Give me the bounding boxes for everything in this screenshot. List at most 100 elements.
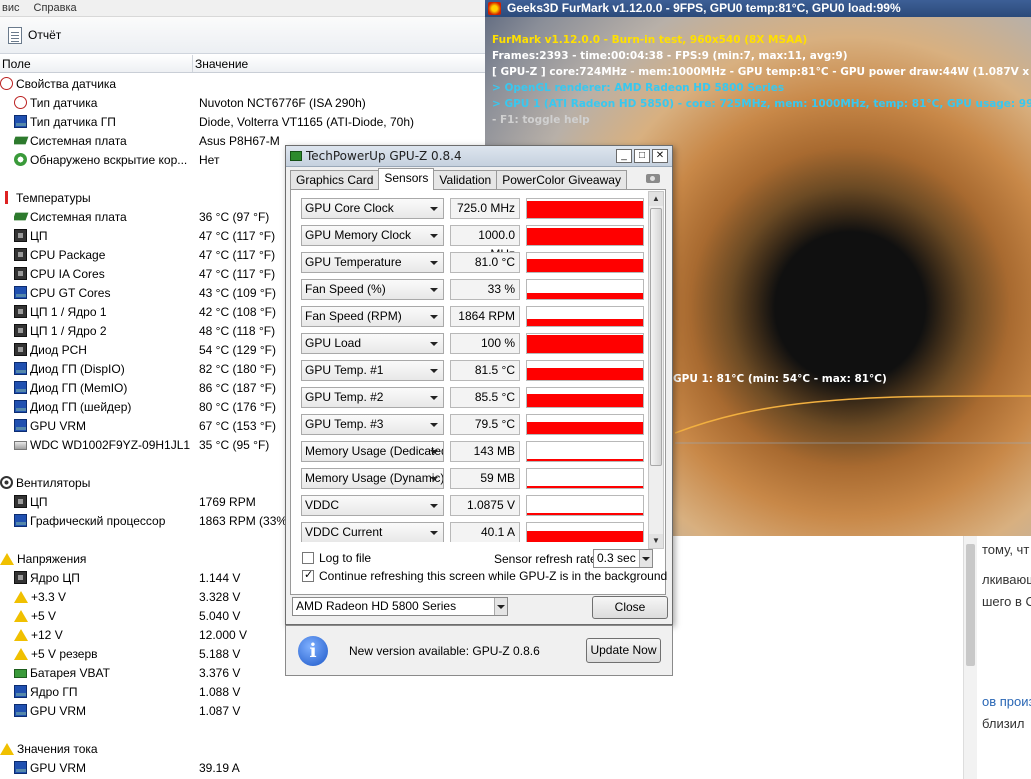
close-window-button[interactable]: ✕ [652, 149, 668, 163]
sensor-name-dropdown[interactable]: Fan Speed (%) [301, 279, 444, 300]
maximize-button[interactable]: □ [634, 149, 650, 163]
menu-item-view[interactable]: вис [2, 0, 20, 16]
sensor-row[interactable]: GPU VRM 39.19 A [0, 758, 485, 777]
sensor-name-dropdown[interactable]: GPU Temperature [301, 252, 444, 273]
sensors-scrollbar-thumb[interactable] [650, 208, 662, 466]
sensor-field-label: +5 V резерв [31, 646, 98, 661]
sensor-row: VDDC 1.0875 V [301, 495, 647, 516]
sensor-field: +12 V [14, 628, 192, 642]
browser-scrollbar-thumb[interactable] [966, 544, 975, 666]
sensor-field: ЦП 1 / Ядро 1 [14, 305, 192, 319]
chevron-down-icon[interactable] [430, 261, 438, 265]
report-button-label: Отчёт [28, 28, 62, 42]
sensor-name-dropdown[interactable]: GPU Temp. #1 [301, 360, 444, 381]
sensor-value: 5.040 V [199, 608, 241, 623]
tab-powercolor-giveaway[interactable]: PowerColor Giveaway [496, 170, 627, 190]
sensor-row[interactable]: Ядро ГП 1.088 V [0, 682, 485, 701]
chevron-down-icon[interactable] [430, 423, 438, 427]
sensor-name: VDDC [305, 498, 340, 512]
minimize-button[interactable]: _ [616, 149, 632, 163]
sensor-field-label: Графический процессор [30, 513, 166, 528]
sensor-field-label: GPU VRM [30, 760, 87, 775]
sensors-scrollbar[interactable]: ▲ ▼ [648, 191, 664, 549]
sensor-group[interactable]: Значения тока [0, 739, 485, 758]
chevron-down-icon[interactable] [494, 598, 507, 615]
sensor-field-label: Напряжения [17, 551, 87, 566]
sensor-name: GPU Load [305, 336, 362, 350]
sensor-field-label: CPU IA Cores [30, 266, 105, 281]
sensor-name-dropdown[interactable]: Memory Usage (Dedicated) [301, 441, 444, 462]
sensor-group[interactable]: Свойства датчика [0, 74, 485, 93]
sensor-name-dropdown[interactable]: Fan Speed (RPM) [301, 306, 444, 327]
continue-refresh-checkbox[interactable] [302, 568, 314, 582]
menu-item-help[interactable]: Справка [34, 0, 77, 16]
chevron-down-icon[interactable] [430, 369, 438, 373]
gpu-icon [14, 115, 27, 128]
scroll-up-arrow-icon[interactable]: ▲ [649, 192, 663, 206]
column-header: Поле Значение [0, 55, 485, 73]
update-now-button[interactable]: Update Now [586, 638, 661, 663]
sensor-name-dropdown[interactable]: Memory Usage (Dynamic) [301, 468, 444, 489]
furmark-titlebar[interactable]: Geeks3D FurMark v1.12.0.0 - 9FPS, GPU0 t… [485, 0, 1031, 17]
sensor-row[interactable]: Тип датчика Nuvoton NCT6776F (ISA 290h) [0, 93, 485, 112]
column-value-header[interactable]: Значение [193, 55, 248, 72]
sensor-value: 47 °C (117 °F) [199, 228, 276, 243]
chevron-down-icon[interactable] [430, 207, 438, 211]
sensor-name-dropdown[interactable]: VDDC Current [301, 522, 444, 542]
browser-scrollbar[interactable] [963, 536, 977, 779]
sensor-value: 85.5 °C [450, 387, 520, 408]
sensor-name: GPU Temperature [305, 255, 402, 269]
sensor-name: GPU Temp. #2 [305, 390, 384, 404]
chevron-down-icon[interactable] [430, 504, 438, 508]
sensor-name-dropdown[interactable]: VDDC [301, 495, 444, 516]
sensor-name-dropdown[interactable]: GPU Core Clock [301, 198, 444, 219]
chevron-down-icon[interactable] [430, 477, 438, 481]
tab-graphics-card[interactable]: Graphics Card [290, 170, 380, 190]
gpuz-titlebar[interactable]: TechPowerUp GPU-Z 0.8.4 _ □ ✕ [286, 146, 672, 167]
sensor-name-dropdown[interactable]: GPU Temp. #3 [301, 414, 444, 435]
chevron-down-icon[interactable] [430, 288, 438, 292]
sensor-value: 35 °C (95 °F) [199, 437, 270, 452]
sensor-field: Ядро ЦП [14, 571, 192, 585]
column-field-header[interactable]: Поле [0, 55, 193, 72]
sensor-name-dropdown[interactable]: GPU Load [301, 333, 444, 354]
chevron-down-icon[interactable] [430, 234, 438, 238]
scroll-down-arrow-icon[interactable]: ▼ [649, 534, 663, 548]
sensor-row[interactable]: GPU VRM 1.087 V [0, 701, 485, 720]
sensor-graph-fill [527, 201, 643, 218]
sensor-field: ЦП [14, 229, 192, 243]
sensor-name-dropdown[interactable]: GPU Memory Clock [301, 225, 444, 246]
tab-validation[interactable]: Validation [433, 170, 498, 190]
sensor-field: Тип датчика ГП [14, 115, 192, 129]
sensor-value: 81.0 °C [450, 252, 520, 273]
sensor-value: 5.188 V [199, 646, 241, 661]
chevron-down-icon[interactable] [430, 315, 438, 319]
tab-sensors[interactable]: Sensors [378, 168, 435, 190]
chevron-down-icon[interactable] [430, 396, 438, 400]
chevron-down-icon[interactable] [639, 550, 652, 567]
sensor-row[interactable]: Тип датчика ГП Diode, Volterra VT1165 (AT… [0, 112, 485, 131]
camera-icon[interactable] [646, 174, 660, 183]
warning-icon [14, 628, 28, 641]
graphics-card-select[interactable]: AMD Radeon HD 5800 Series [292, 597, 508, 616]
page-text-fragment: близил [982, 716, 1025, 731]
chevron-down-icon[interactable] [430, 450, 438, 454]
chevron-down-icon[interactable] [430, 531, 438, 535]
page-link-fragment[interactable]: ов произ [982, 694, 1031, 709]
sensor-value: 82 °C (180 °F) [199, 361, 276, 376]
gpuz-app-icon [290, 151, 302, 161]
sensor-value: 1863 RPM (33%) [199, 513, 292, 528]
page-text-fragment: тому, чт [982, 542, 1030, 557]
update-notification: i New version available: GPU-Z 0.8.6 Upd… [285, 625, 673, 676]
refresh-rate-select[interactable]: 0.3 sec [593, 549, 653, 568]
close-button[interactable]: Close [592, 596, 668, 619]
log-to-file-checkbox[interactable] [302, 552, 314, 564]
chevron-down-icon[interactable] [430, 342, 438, 346]
disk-icon [14, 441, 27, 450]
warning-icon [0, 742, 14, 755]
report-button[interactable]: Отчёт [2, 25, 67, 46]
sensor-field: Обнаружено вскрытие кор... [14, 153, 192, 167]
sensor-value: 47 °C (117 °F) [199, 247, 276, 262]
sensor-field-label: Ядро ГП [30, 684, 78, 699]
sensor-name-dropdown[interactable]: GPU Temp. #2 [301, 387, 444, 408]
